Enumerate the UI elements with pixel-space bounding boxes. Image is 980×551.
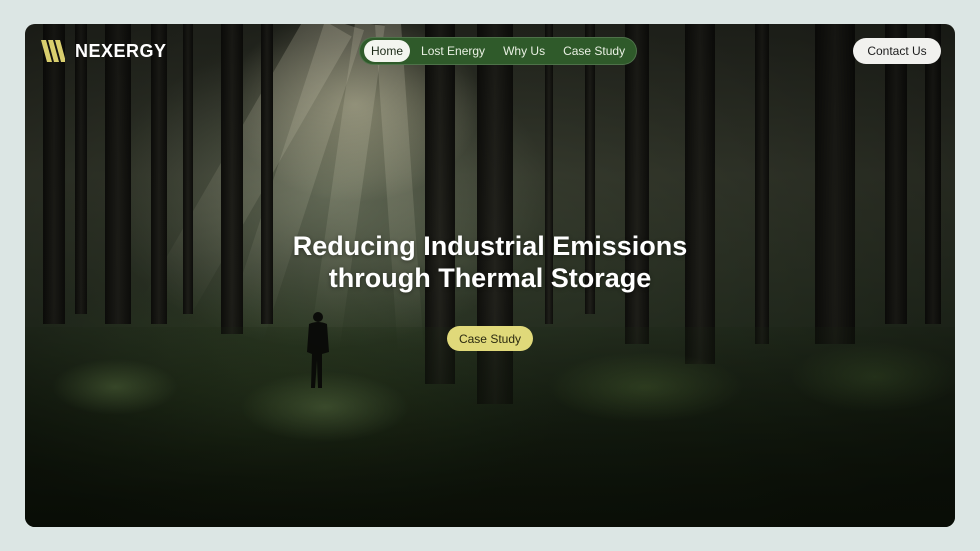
- nav-item-case-study[interactable]: Case Study: [556, 40, 632, 62]
- main-nav: Home Lost Energy Why Us Case Study: [359, 37, 638, 65]
- hero-section: NEXERGY Home Lost Energy Why Us Case Stu…: [25, 24, 955, 527]
- hero-title-line-1: Reducing Industrial Emissions: [292, 231, 688, 261]
- brand-name: NEXERGY: [75, 40, 167, 61]
- case-study-button[interactable]: Case Study: [447, 326, 533, 351]
- brand-logo[interactable]: NEXERGY: [39, 38, 167, 64]
- nav-item-home[interactable]: Home: [364, 40, 411, 62]
- contact-us-button[interactable]: Contact Us: [853, 38, 941, 64]
- hero-title-line-2: through Thermal Storage: [328, 263, 652, 293]
- nexergy-stripes-logo-icon: [41, 40, 65, 62]
- hero-title: Reducing Industrial Emissions through Th…: [25, 230, 955, 294]
- nav-item-why-us[interactable]: Why Us: [496, 40, 552, 62]
- nav-item-lost-energy[interactable]: Lost Energy: [414, 40, 492, 62]
